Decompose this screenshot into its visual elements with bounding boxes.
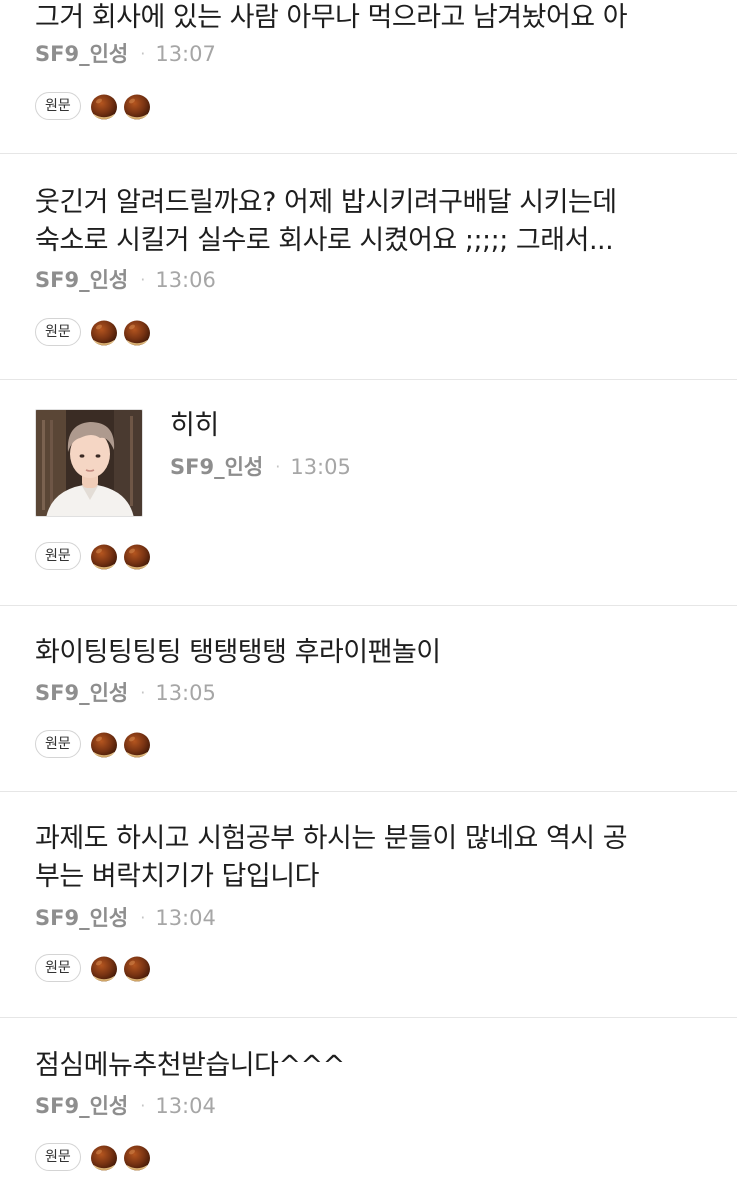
post-meta: SF9_인성 · 13:05 (35, 680, 216, 708)
post-meta: SF9_인성 · 13:04 (35, 905, 216, 933)
author-name[interactable]: SF9_인성 (35, 268, 128, 292)
author-name[interactable]: SF9_인성 (35, 681, 128, 705)
author-name[interactable]: SF9_인성 (35, 906, 128, 930)
post-item[interactable]: 히히 SF9_인성 · 13:05 원문 (0, 380, 737, 606)
post-text-line: 부는 벼락치기가 답입니다 (35, 861, 319, 892)
original-button[interactable]: 원문 (35, 730, 81, 758)
chestnut-icon[interactable] (122, 317, 152, 347)
post-text: 점심메뉴추천받습니다^^^ (35, 1047, 707, 1085)
chestnut-icon[interactable] (89, 729, 119, 759)
post-text: 웃긴거 알려드릴까요? 어제 밥시키려구배달 시키는데 숙소로 시킬거 실수로 … (35, 184, 707, 260)
chestnut-icon[interactable] (89, 1142, 119, 1172)
post-photo[interactable] (35, 409, 143, 517)
author-name[interactable]: SF9_인성 (35, 42, 128, 66)
post-time: 13:06 (155, 268, 216, 292)
post-item[interactable]: 점심메뉴추천받습니다^^^ SF9_인성 · 13:04 원문 (0, 1018, 737, 1200)
chestnut-icon[interactable] (122, 953, 152, 983)
post-actions: 원문 (35, 316, 152, 348)
post-time: 13:05 (155, 681, 216, 705)
post-time: 13:04 (155, 1094, 216, 1118)
post-actions: 원문 (35, 952, 152, 984)
chestnut-icon[interactable] (122, 729, 152, 759)
original-button[interactable]: 원문 (35, 318, 81, 346)
separator-dot: · (275, 457, 281, 476)
post-text: 히히 (170, 407, 707, 445)
separator-dot: · (140, 44, 146, 63)
post-text: 화이팅팅팅팅 탱탱탱탱 후라이팬놀이 (35, 634, 707, 672)
post-actions: 원문 (35, 1141, 152, 1173)
post-actions: 원문 (35, 90, 152, 122)
original-button[interactable]: 원문 (35, 954, 81, 982)
post-text-line: 화이팅팅팅팅 탱탱탱탱 후라이팬놀이 (35, 637, 441, 668)
separator-dot: · (140, 683, 146, 702)
post-text-line: 히히 (170, 410, 219, 441)
post-item[interactable]: 과제도 하시고 시험공부 하시는 분들이 많네요 역시 공 부는 벼락치기가 답… (0, 792, 737, 1018)
post-meta: SF9_인성 · 13:04 (35, 1093, 216, 1121)
post-item[interactable]: 웃긴거 알려드릴까요? 어제 밥시키려구배달 시키는데 숙소로 시킬거 실수로 … (0, 154, 737, 380)
post-meta: SF9_인성 · 13:05 (170, 454, 351, 482)
author-name[interactable]: SF9_인성 (35, 1094, 128, 1118)
separator-dot: · (140, 1096, 146, 1115)
chestnut-icon[interactable] (89, 91, 119, 121)
post-time: 13:04 (155, 906, 216, 930)
chestnut-icon[interactable] (89, 953, 119, 983)
post-meta: SF9_인성 · 13:07 (35, 41, 216, 69)
post-text: 과제도 하시고 시험공부 하시는 분들이 많네요 역시 공 부는 벼락치기가 답… (35, 820, 707, 896)
author-name[interactable]: SF9_인성 (170, 455, 263, 479)
post-time: 13:05 (290, 455, 351, 479)
post-text-line: 점심메뉴추천받습니다^^^ (35, 1050, 345, 1081)
post-item[interactable]: 그거 회사에 있는 사람 아무나 먹으라고 남겨놨어요 아 SF9_인성 · 13:… (0, 0, 737, 154)
separator-dot: · (140, 270, 146, 289)
chestnut-icon[interactable] (122, 91, 152, 121)
post-time: 13:07 (155, 42, 216, 66)
chestnut-icon[interactable] (89, 317, 119, 347)
post-actions: 원문 (35, 728, 152, 760)
post-text-line: 숙소로 시킬거 실수로 회사로 시켰어요 ;;;;; 그래서... (35, 225, 614, 256)
chestnut-icon[interactable] (122, 1142, 152, 1172)
post-text-line: 웃긴거 알려드릴까요? 어제 밥시키려구배달 시키는데 (35, 187, 617, 218)
post-item[interactable]: 화이팅팅팅팅 탱탱탱탱 후라이팬놀이 SF9_인성 · 13:05 원문 (0, 606, 737, 792)
post-text: 그거 회사에 있는 사람 아무나 먹으라고 남겨놨어요 아 (35, 0, 707, 37)
original-button[interactable]: 원문 (35, 1143, 81, 1171)
original-button[interactable]: 원문 (35, 542, 81, 570)
original-button[interactable]: 원문 (35, 92, 81, 120)
feed: 그거 회사에 있는 사람 아무나 먹으라고 남겨놨어요 아 SF9_인성 · 13:… (0, 0, 737, 1200)
chestnut-icon[interactable] (122, 541, 152, 571)
post-actions: 원문 (35, 540, 152, 572)
chestnut-icon[interactable] (89, 541, 119, 571)
post-text-line: 그거 회사에 있는 사람 아무나 먹으라고 남겨놨어요 아 (35, 2, 628, 33)
profile-photo-image (36, 410, 142, 516)
post-meta: SF9_인성 · 13:06 (35, 267, 216, 295)
separator-dot: · (140, 908, 146, 927)
post-text-line: 과제도 하시고 시험공부 하시는 분들이 많네요 역시 공 (35, 823, 628, 854)
